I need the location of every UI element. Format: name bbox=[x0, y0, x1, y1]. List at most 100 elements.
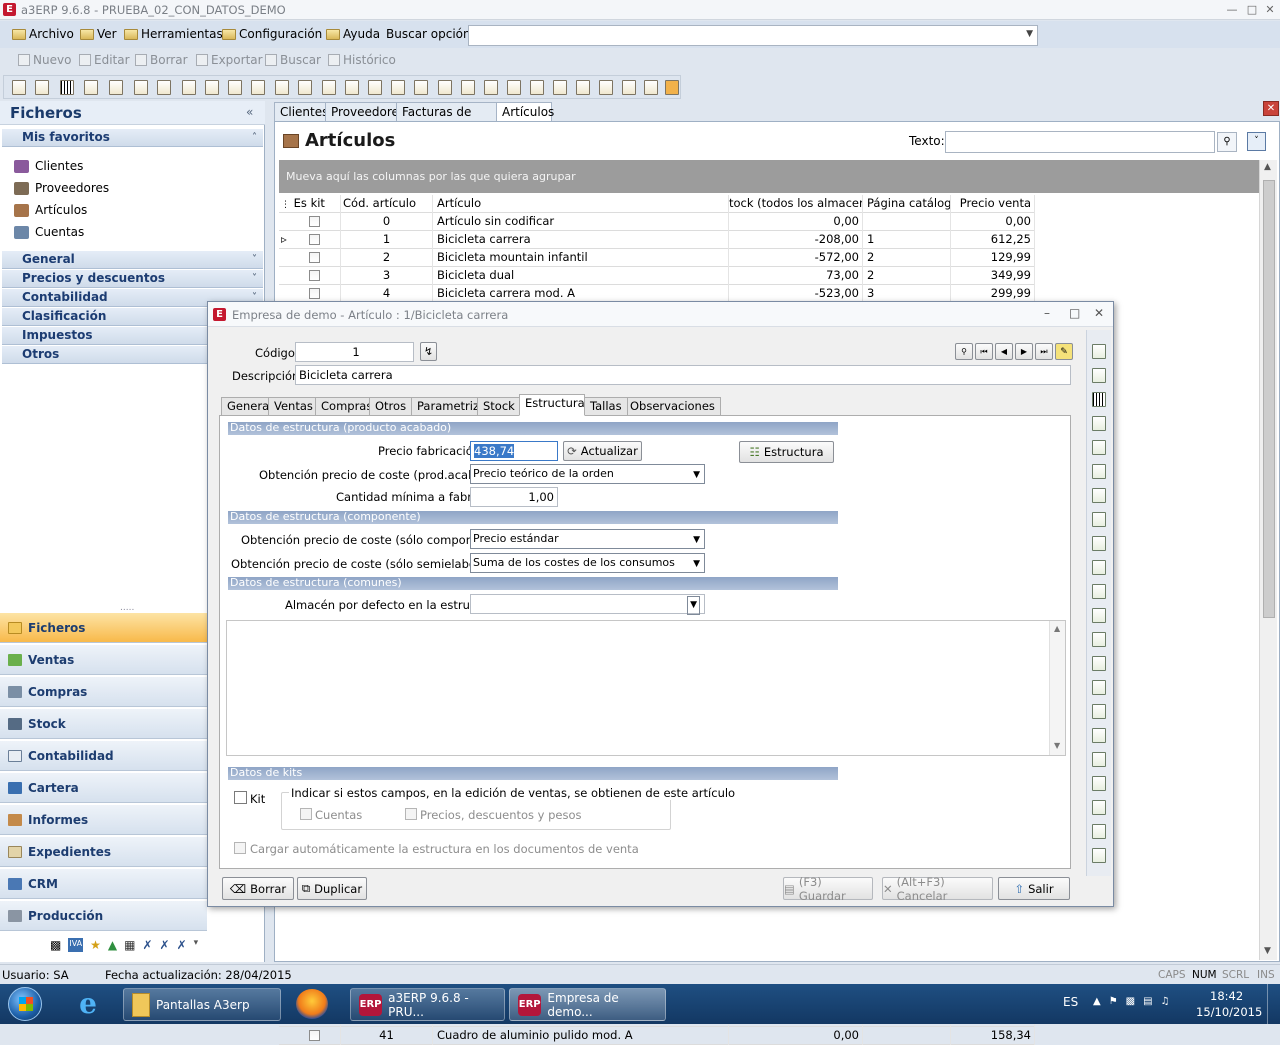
obt-comp-select[interactable]: Precio estándar ▼ bbox=[470, 529, 705, 549]
exportar-button[interactable]: Exportar bbox=[196, 53, 263, 67]
chevron-down-icon[interactable]: ˅ bbox=[1247, 132, 1266, 151]
tool-icon[interactable]: ✗ bbox=[177, 938, 187, 952]
module-produccion[interactable]: Producción bbox=[0, 901, 207, 931]
module-compras[interactable]: Compras bbox=[0, 677, 207, 707]
module-ventas[interactable]: Ventas bbox=[0, 645, 207, 675]
scroll-up-icon[interactable]: ▲ bbox=[1264, 162, 1271, 172]
menu-configuracion[interactable]: Configuración bbox=[222, 27, 322, 41]
list-icon[interactable] bbox=[1092, 416, 1106, 431]
document-icon[interactable] bbox=[414, 80, 428, 95]
list-icon[interactable] bbox=[134, 80, 148, 95]
document-icon[interactable] bbox=[1092, 488, 1106, 503]
estructura-button[interactable]: ☷ Estructura bbox=[739, 441, 834, 463]
minimize-button[interactable]: — bbox=[1222, 2, 1242, 17]
dtab-otros[interactable]: Otros bbox=[369, 397, 413, 416]
tab-articulos[interactable]: Artículos bbox=[496, 102, 554, 122]
first-record-icon[interactable]: ⏮ bbox=[975, 343, 993, 360]
tab-facturas[interactable]: Facturas de venta bbox=[396, 102, 497, 137]
language-indicator[interactable]: ES bbox=[1063, 995, 1078, 1009]
delete-doc-icon[interactable] bbox=[1092, 440, 1106, 455]
document-icon[interactable] bbox=[1092, 536, 1106, 551]
fav-proveedores[interactable]: Proveedores bbox=[14, 181, 109, 195]
module-ficheros[interactable]: Ficheros bbox=[0, 613, 207, 643]
volume-icon[interactable]: ♫ bbox=[1161, 996, 1170, 1007]
maximize-button[interactable]: □ bbox=[1242, 2, 1262, 17]
module-stock[interactable]: Stock bbox=[0, 709, 207, 739]
guardar-button[interactable]: ▤ (F3) Guardar bbox=[783, 875, 873, 903]
nuevo-button[interactable]: Nuevo bbox=[18, 53, 71, 67]
chevron-down-icon[interactable]: ▾ bbox=[194, 938, 199, 952]
fav-clientes[interactable]: Clientes bbox=[14, 159, 83, 173]
estructura-memo[interactable]: ▲ ▼ bbox=[226, 620, 1066, 756]
document-icon[interactable] bbox=[1092, 464, 1106, 479]
document-icon[interactable] bbox=[1092, 344, 1106, 359]
attach-icon[interactable]: ✎ bbox=[1055, 343, 1073, 360]
precio-fab-field[interactable]: 438,74 bbox=[470, 441, 558, 461]
editar-button[interactable]: Editar bbox=[79, 53, 130, 67]
document-icon[interactable] bbox=[553, 80, 567, 95]
table-row[interactable]: 41 Cuadro de aluminio pulido mod. A 0,00 15… bbox=[279, 1027, 1035, 1045]
document-icon[interactable] bbox=[1092, 560, 1106, 575]
lightning-icon[interactable]: ↯ bbox=[420, 342, 437, 361]
document-icon[interactable] bbox=[182, 80, 196, 95]
network-icon[interactable]: ▤ bbox=[1143, 996, 1152, 1007]
col-codigo[interactable]: Cód. artículo bbox=[341, 195, 433, 213]
menu-ver[interactable]: Ver bbox=[80, 27, 117, 41]
menu-archivo[interactable]: Archivo bbox=[12, 27, 74, 41]
document-icon[interactable] bbox=[275, 80, 289, 95]
scroll-down-icon[interactable]: ▼ bbox=[1264, 946, 1271, 956]
scroll-down-icon[interactable]: ▼ bbox=[1054, 741, 1060, 750]
historico-button[interactable]: Histórico bbox=[328, 53, 396, 67]
memo-scrollbar[interactable]: ▲ ▼ bbox=[1049, 621, 1065, 755]
taskbar-a3erp[interactable]: ERP a3ERP 9.6.8 - PRU... bbox=[350, 988, 505, 1021]
document-icon[interactable] bbox=[1092, 800, 1106, 815]
dialog-minimize-button[interactable]: – bbox=[1044, 306, 1050, 320]
chevron-down-icon[interactable]: ▼ bbox=[693, 467, 700, 484]
cuentas-checkbox[interactable] bbox=[300, 808, 312, 820]
menu-ayuda[interactable]: Ayuda bbox=[326, 27, 380, 41]
document-icon[interactable] bbox=[1092, 608, 1106, 623]
duplicar-button[interactable]: ⧉ Duplicar bbox=[297, 877, 367, 900]
borrar-button[interactable]: Borrar bbox=[135, 53, 188, 67]
fav-articulos[interactable]: Artículos bbox=[14, 203, 87, 217]
dtab-ventas[interactable]: Ventas bbox=[268, 397, 319, 416]
last-record-icon[interactable]: ⏭ bbox=[1035, 343, 1053, 360]
document-icon[interactable] bbox=[12, 80, 26, 95]
document-icon[interactable] bbox=[576, 80, 590, 95]
table-row[interactable]: 0 Artículo sin codificar 0,00 0,00 bbox=[279, 213, 1035, 231]
document-icon[interactable] bbox=[391, 80, 405, 95]
document-icon[interactable] bbox=[205, 80, 219, 95]
list-icon[interactable] bbox=[109, 80, 123, 95]
document-icon[interactable] bbox=[599, 80, 613, 95]
section-general[interactable]: General ˅ bbox=[2, 251, 263, 269]
dtab-estructura[interactable]: Estructura bbox=[519, 394, 585, 416]
chevron-down-icon[interactable]: ▼ bbox=[693, 556, 700, 573]
chevron-down-icon[interactable]: ▼ bbox=[1026, 29, 1033, 39]
flag-icon[interactable]: ⚑ bbox=[1109, 996, 1118, 1007]
es-kit-checkbox[interactable] bbox=[309, 252, 320, 263]
splitter-grip[interactable]: ..... bbox=[120, 603, 134, 613]
list-icon[interactable] bbox=[84, 80, 98, 95]
clock-date[interactable]: 15/10/2015 bbox=[1196, 1005, 1262, 1019]
table-row[interactable]: 2 Bicicleta mountain infantil -572,00 2 129,… bbox=[279, 249, 1035, 267]
tab-proveedores[interactable]: Proveedores bbox=[325, 102, 405, 122]
iva-icon[interactable]: IVA bbox=[68, 938, 84, 952]
document-icon[interactable] bbox=[298, 80, 312, 95]
obt-semi-select[interactable]: Suma de los costes de los consumos ▼ bbox=[470, 553, 705, 573]
obt-acabado-select[interactable]: Precio teórico de la orden ▼ bbox=[470, 464, 705, 484]
tray-expand-icon[interactable]: ▲ bbox=[1093, 996, 1101, 1007]
module-expedientes[interactable]: Expedientes bbox=[0, 837, 207, 867]
search-option-input[interactable]: ▼ bbox=[468, 25, 1038, 46]
es-kit-checkbox[interactable] bbox=[309, 1030, 320, 1041]
module-contabilidad[interactable]: Contabilidad bbox=[0, 741, 207, 771]
tag-icon[interactable] bbox=[665, 80, 679, 95]
document-icon[interactable] bbox=[461, 80, 475, 95]
tool-icon[interactable]: ✗ bbox=[160, 938, 170, 952]
search-doc-icon[interactable] bbox=[1092, 368, 1106, 383]
table-row[interactable]: 3 Bicicleta dual 73,00 2 349,99 bbox=[279, 267, 1035, 285]
document-icon[interactable] bbox=[622, 80, 636, 95]
table-row[interactable]: ▹ 1 Bicicleta carrera -208,00 1 612,25 bbox=[279, 231, 1035, 249]
chevron-down-icon[interactable]: ˅ bbox=[252, 251, 257, 268]
module-crm[interactable]: CRM bbox=[0, 869, 207, 899]
computer-icon[interactable]: ▩ bbox=[50, 938, 61, 952]
